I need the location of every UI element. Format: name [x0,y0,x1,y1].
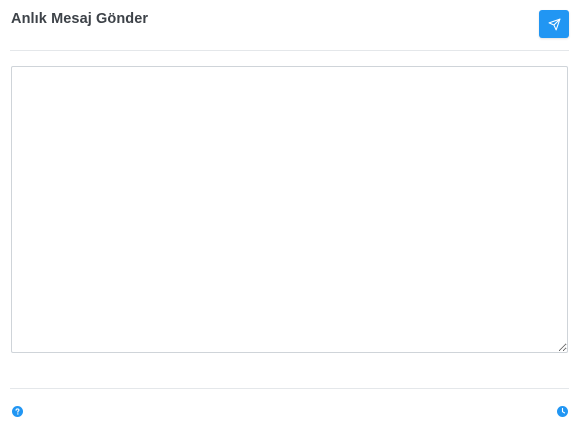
header-divider [10,50,569,51]
paper-plane-icon [548,18,561,31]
clock-icon[interactable] [557,404,568,417]
panel-header: Anlık Mesaj Gönder [0,0,579,50]
panel-title: Anlık Mesaj Gönder [11,11,149,27]
instant-message-panel: Anlık Mesaj Gönder [0,0,579,435]
message-textarea[interactable] [11,66,568,353]
footer-divider [10,388,569,389]
question-circle-icon[interactable] [12,404,23,417]
send-button[interactable] [539,10,569,38]
